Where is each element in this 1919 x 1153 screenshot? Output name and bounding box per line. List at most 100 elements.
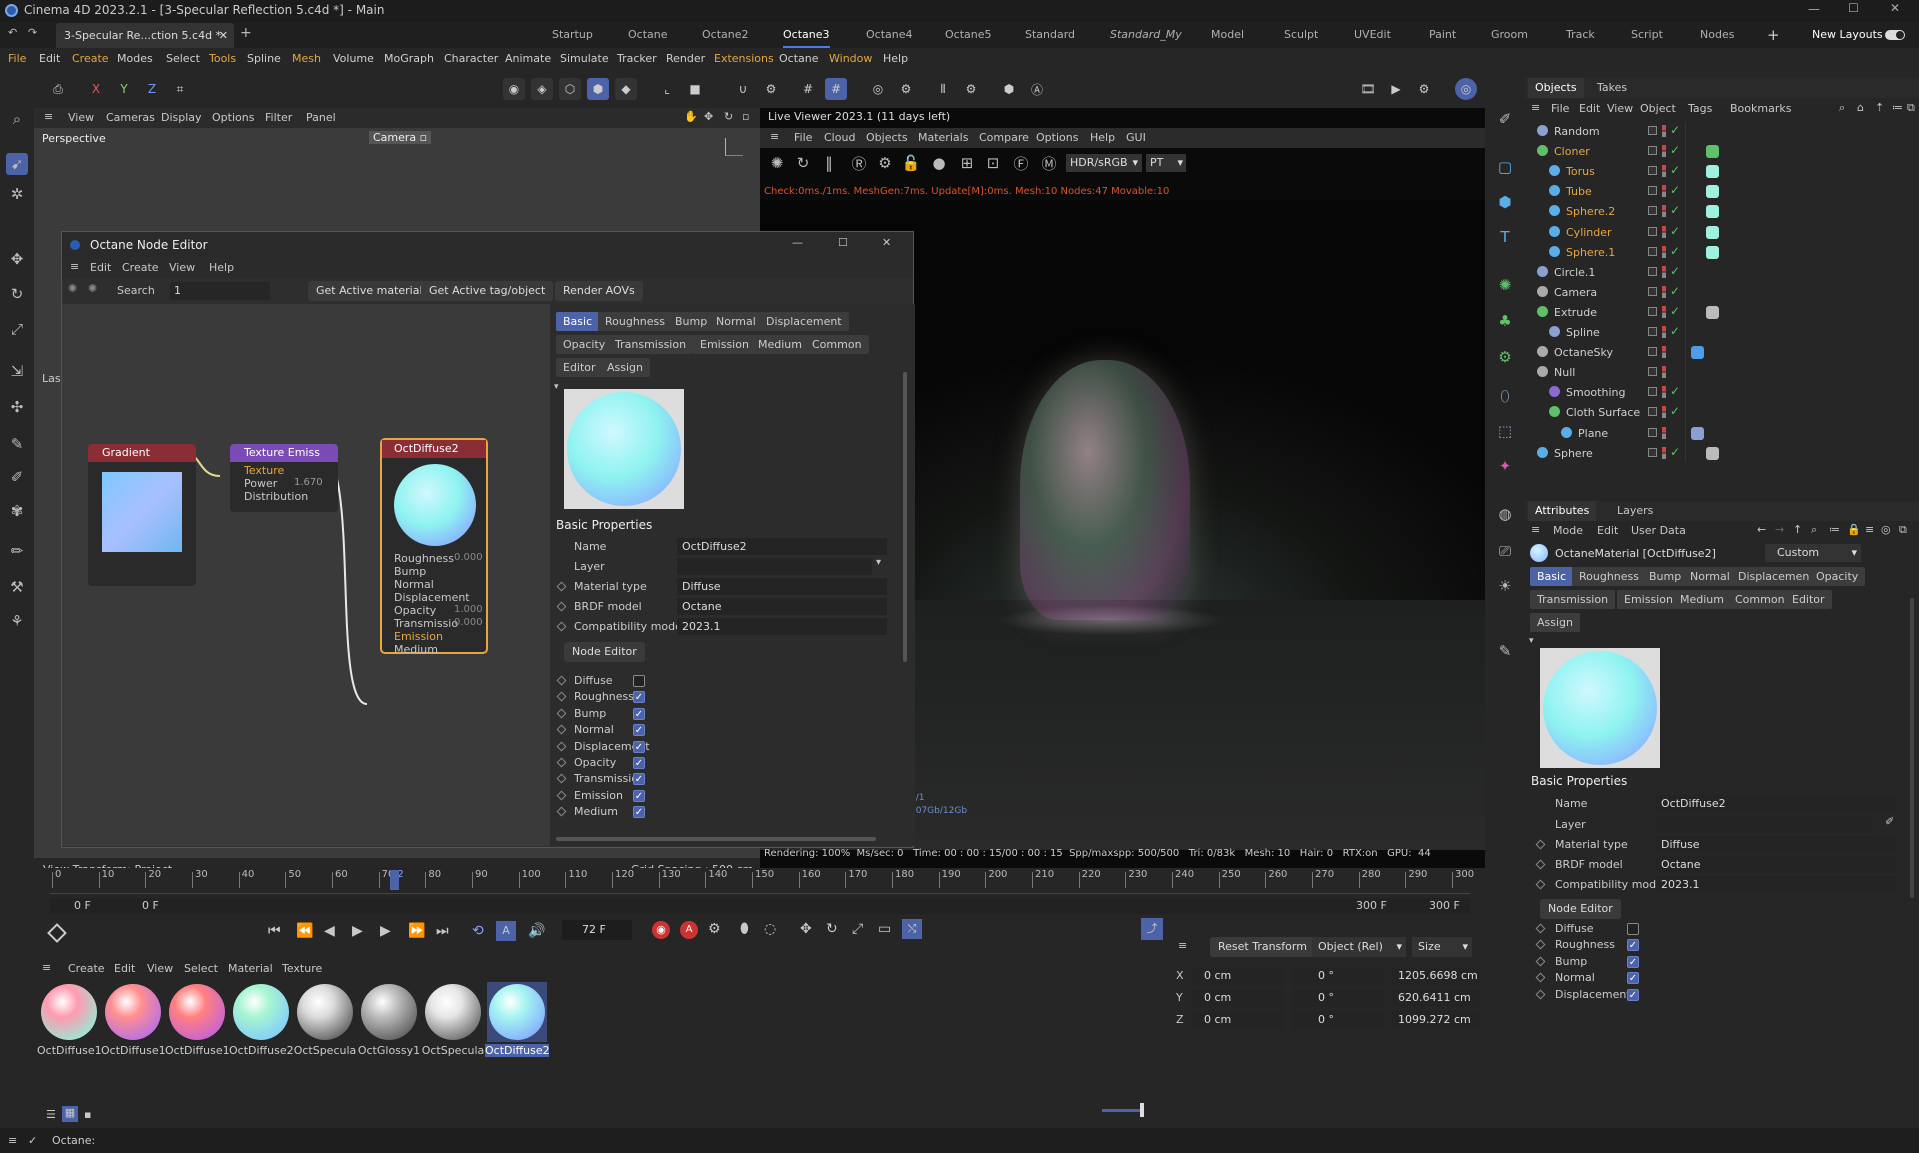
start-frame-field[interactable]: 0 F <box>74 899 91 912</box>
node-editor-minimize-button[interactable]: — <box>792 236 803 249</box>
attributes-pen-icon[interactable]: ✎ <box>1494 640 1516 662</box>
attr-keyframe-icon[interactable] <box>1535 972 1546 983</box>
tab-objects[interactable]: Objects <box>1528 78 1584 98</box>
key-lock-icon[interactable]: ⬮ <box>740 921 749 937</box>
attr-keyframe-icon[interactable] <box>1535 923 1546 934</box>
checkbox-roughness[interactable]: ✓ <box>633 691 645 704</box>
obj-menu-object[interactable]: Object <box>1640 102 1676 115</box>
edit-toggle-icon[interactable] <box>1648 266 1657 276</box>
object-row-spline[interactable]: Spline <box>1549 323 1600 343</box>
polygons-mode-icon[interactable]: ⬡ <box>559 78 581 100</box>
checkbox-emission[interactable]: ✓ <box>633 789 645 802</box>
viewport-menu-panel[interactable]: Panel <box>306 111 336 124</box>
close-tab-icon[interactable]: ✕ <box>219 23 228 48</box>
node-editor-button[interactable]: Node Editor <box>564 642 645 662</box>
menu-simulate[interactable]: Simulate <box>560 48 609 70</box>
new-window-icon[interactable]: ⧉ <box>1907 101 1915 115</box>
new-layouts-toggle[interactable] <box>1885 30 1905 40</box>
obj-menu-view[interactable]: View <box>1607 102 1633 115</box>
redo-icon[interactable]: ↷ <box>28 26 37 39</box>
node-editor-close-button[interactable]: ✕ <box>882 236 891 249</box>
properties-scrollbar[interactable] <box>903 372 907 662</box>
select-tool-icon[interactable]: ➹ <box>6 153 28 175</box>
start-frame-field-2[interactable]: 0 F <box>142 899 159 912</box>
attr-checkbox-bump[interactable]: ✓ <box>1627 955 1639 968</box>
object-row-sphere-2[interactable]: Sphere.2 <box>1549 202 1615 222</box>
axis-y-button[interactable]: Y <box>113 78 135 100</box>
edit-toggle-icon[interactable] <box>1648 206 1657 216</box>
material-tag-icon[interactable] <box>1706 446 1719 460</box>
large-view-icon[interactable]: ▪ <box>84 1108 91 1121</box>
forward-arrow-icon[interactable]: → <box>1775 523 1784 536</box>
menu-render[interactable]: Render <box>666 48 705 70</box>
camera-label[interactable]: Camera ▫ <box>369 131 432 144</box>
attr-layer-pick-icon[interactable]: ✐ <box>1885 815 1894 828</box>
attr-keyframe-icon[interactable] <box>1535 859 1546 870</box>
thumbnail-size-handle[interactable] <box>1140 1103 1144 1117</box>
zoom-in-icon[interactable]: ⊞ <box>956 152 978 174</box>
undo-icon[interactable]: ↶ <box>8 26 17 39</box>
new-window-icon[interactable]: ⧉ <box>1899 523 1907 537</box>
cube-icon[interactable]: ⬢ <box>1494 191 1516 213</box>
edit-toggle-icon[interactable] <box>1648 306 1657 316</box>
prop-keyframe-icon[interactable] <box>556 790 567 801</box>
menu-character[interactable]: Character <box>444 48 498 70</box>
prop-material-type-select[interactable]: Diffuse <box>677 578 887 595</box>
ne-menu-help[interactable]: Help <box>209 261 234 274</box>
scale-tool-icon[interactable]: ⤢ <box>6 318 28 340</box>
enabled-check-icon[interactable]: ✓ <box>1670 264 1680 278</box>
layout-tab-standard-my[interactable]: Standard_My <box>1110 22 1182 48</box>
mat-menu-create[interactable]: Create <box>68 962 105 975</box>
visibility-dots-icon[interactable] <box>1662 305 1666 318</box>
next-key-icon[interactable]: ⏩ <box>408 923 425 939</box>
timeline-ruler[interactable]: 0102030405060707280901001101201301401501… <box>50 868 1474 894</box>
zoom-fit-icon[interactable]: ⊡ <box>982 152 1004 174</box>
go-to-start-icon[interactable]: ⏮ <box>268 923 281 939</box>
object-row-cloth-surface[interactable]: Cloth Surface <box>1549 403 1640 423</box>
menu-tracker[interactable]: Tracker <box>617 48 657 70</box>
autokey-icon[interactable]: A <box>680 921 698 939</box>
magnet-icon[interactable]: ∪ <box>732 78 754 100</box>
coord-size-field[interactable]: 1205.6698 cm <box>1392 967 1480 985</box>
render-region-icon[interactable]: 🎞 <box>1357 78 1379 100</box>
lv-menu-objects[interactable]: Objects <box>866 131 908 144</box>
frame-range-bar[interactable] <box>50 898 1470 914</box>
attr-keyframe-icon[interactable] <box>1535 879 1546 890</box>
menu-octane[interactable]: Octane <box>779 48 819 70</box>
texture-mode-icon[interactable]: ◆ <box>615 78 637 100</box>
lv-menu-materials[interactable]: Materials <box>918 131 968 144</box>
prop-keyframe-icon[interactable] <box>556 581 567 592</box>
next-frame-icon[interactable]: ▶ <box>380 923 391 939</box>
edit-toggle-icon[interactable] <box>1648 286 1657 296</box>
layout-tab-groom[interactable]: Groom <box>1491 22 1528 48</box>
timeline-window-icon[interactable]: ⤴ <box>1141 918 1163 940</box>
ne-tab-editor[interactable]: Editor <box>556 358 603 377</box>
ne-tab-emission[interactable]: Emission <box>693 335 756 354</box>
current-frame-field[interactable]: 72 F <box>562 920 632 940</box>
checkbox-diffuse[interactable] <box>633 675 645 687</box>
keyframe-diamond-icon[interactable] <box>47 923 67 943</box>
attr-tab-transmission[interactable]: Transmission <box>1530 590 1616 609</box>
go-to-end-icon[interactable]: ⏭ <box>436 923 449 939</box>
focus-pick-icon[interactable]: Ⓕ <box>1010 152 1032 174</box>
lock-icon[interactable]: 🔒 <box>1847 523 1861 536</box>
layout-tab-nodes[interactable]: Nodes <box>1700 22 1734 48</box>
maximize-view-icon[interactable]: ▫ <box>742 110 749 123</box>
symmetry-settings-icon[interactable]: ⚙ <box>960 78 982 100</box>
key-position-icon[interactable]: ✥ <box>800 921 812 937</box>
attr-tab-normal[interactable]: Normal <box>1683 567 1737 586</box>
prop-keyframe-icon[interactable] <box>556 675 567 686</box>
checkbox-medium[interactable]: ✓ <box>633 806 645 819</box>
octane-icon[interactable]: ◎ <box>1455 78 1477 100</box>
ne-menu-edit[interactable]: Edit <box>90 261 111 274</box>
material-menu-icon[interactable]: ≡ <box>42 961 51 974</box>
edit-toggle-icon[interactable] <box>1648 367 1657 377</box>
attr-keyframe-icon[interactable] <box>1535 956 1546 967</box>
attr-keyframe-icon[interactable] <box>1535 989 1546 1000</box>
play-icon[interactable]: ▶ <box>352 923 363 939</box>
mat-menu-material[interactable]: Material <box>228 962 273 975</box>
material-tag-icon[interactable] <box>1706 245 1719 259</box>
add-layout-icon[interactable]: + <box>1767 22 1780 48</box>
prop-keyframe-icon[interactable] <box>556 691 567 702</box>
layout-tab-sculpt[interactable]: Sculpt <box>1284 22 1318 48</box>
